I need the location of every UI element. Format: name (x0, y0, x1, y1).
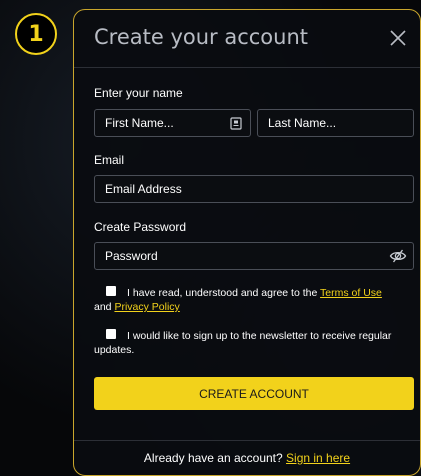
already-have-account-text: Already have an account? (143, 451, 287, 465)
eye-slash-icon (389, 249, 407, 263)
create-account-modal: Create your account Enter your name Emai… (73, 9, 421, 476)
sign-in-link[interactable]: Sign in here (286, 451, 350, 465)
modal-title: Create your account (94, 25, 309, 49)
step-number-badge: 1 (15, 13, 57, 55)
first-name-input[interactable] (105, 116, 250, 130)
terms-checkbox[interactable] (106, 286, 116, 296)
password-field[interactable] (94, 242, 414, 270)
terms-of-use-link[interactable]: Terms of Use (320, 287, 382, 299)
newsletter-text-line1: I would like to sign up to the newslette… (127, 330, 392, 342)
name-label: Enter your name (94, 86, 183, 100)
terms-text-line2: and Privacy Policy (94, 300, 414, 314)
terms-and-text: and (94, 301, 115, 313)
create-account-button[interactable]: CREATE ACCOUNT (94, 377, 414, 410)
email-field[interactable] (94, 175, 414, 203)
close-icon (390, 30, 406, 46)
last-name-field[interactable] (257, 109, 414, 137)
terms-text-prefix: I have read, understood and agree to the (127, 287, 321, 299)
privacy-policy-link[interactable]: Privacy Policy (114, 301, 179, 313)
newsletter-checkbox[interactable] (106, 329, 116, 339)
password-input[interactable] (105, 249, 413, 263)
password-label: Create Password (94, 220, 187, 234)
newsletter-text-line2: updates. (94, 344, 135, 356)
email-input[interactable] (105, 182, 413, 196)
modal-footer: Already have an account? Sign in here (74, 440, 420, 475)
modal-header: Create your account (74, 10, 420, 68)
last-name-input[interactable] (268, 116, 413, 130)
newsletter-checkbox-row: I would like to sign up to the newslette… (94, 329, 414, 357)
first-name-field[interactable] (94, 109, 251, 137)
email-label: Email (94, 153, 125, 167)
footer-text: Already have an account? Sign in here (74, 451, 420, 465)
id-card-icon[interactable] (230, 117, 242, 130)
close-button[interactable] (388, 28, 408, 48)
terms-text: I have read, understood and agree to the… (94, 286, 414, 300)
password-visibility-button[interactable] (389, 248, 407, 264)
terms-checkbox-row: I have read, understood and agree to the… (94, 286, 414, 314)
